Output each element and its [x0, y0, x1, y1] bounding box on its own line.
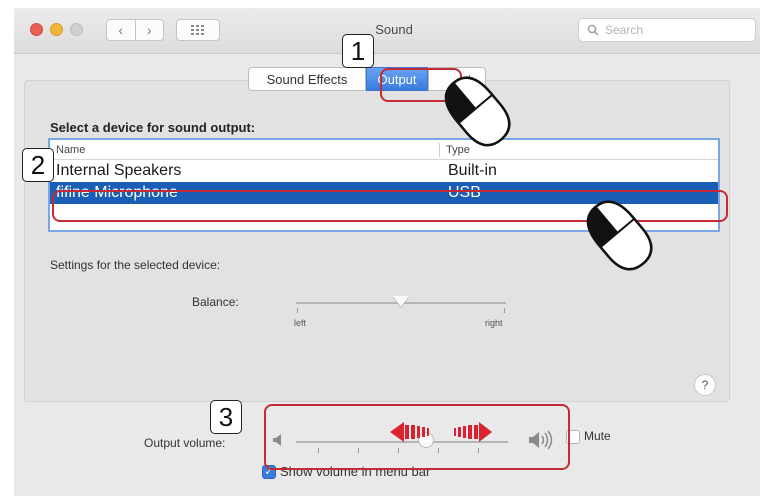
- help-icon: ?: [701, 378, 709, 392]
- highlight-selected-device: [52, 190, 728, 222]
- tab-sound-effects[interactable]: Sound Effects: [248, 67, 366, 91]
- navigation-buttons: ‹ ›: [106, 19, 164, 41]
- mute-label: Mute: [584, 429, 611, 443]
- tab-label: Sound Effects: [266, 71, 348, 87]
- column-divider: [439, 143, 440, 157]
- back-button[interactable]: ‹: [107, 20, 135, 40]
- table-header: Name Type: [50, 140, 718, 160]
- forward-button[interactable]: ›: [134, 20, 164, 40]
- title-bar: ‹ › Sound Search: [14, 8, 760, 54]
- help-button[interactable]: ?: [694, 374, 716, 396]
- chevron-left-icon: ‹: [118, 22, 124, 38]
- callout-2: 2: [22, 148, 54, 182]
- grid-icon: [191, 25, 204, 35]
- callout-number: 3: [218, 401, 234, 432]
- minimize-button[interactable]: [50, 23, 63, 36]
- column-header-type[interactable]: Type: [446, 144, 470, 156]
- balance-tick-right: [504, 308, 505, 313]
- search-field[interactable]: Search: [578, 18, 756, 42]
- highlight-volume-slider: [264, 404, 570, 470]
- callout-number: 1: [350, 35, 366, 66]
- show-all-button[interactable]: [176, 19, 220, 41]
- search-icon: [587, 24, 599, 36]
- device-type: Built-in: [448, 162, 497, 179]
- zoom-button[interactable]: [70, 23, 83, 36]
- column-header-name[interactable]: Name: [56, 144, 85, 156]
- table-row[interactable]: Internal Speakers Built-in: [50, 160, 718, 182]
- device-name: Internal Speakers: [56, 162, 182, 179]
- output-heading: Select a device for sound output:: [50, 120, 256, 135]
- callout-3: 3: [210, 400, 242, 434]
- output-volume-label: Output volume:: [144, 436, 226, 450]
- balance-tick-left: [297, 308, 298, 313]
- balance-label: Balance:: [192, 295, 239, 309]
- balance-right-label: right: [485, 318, 503, 328]
- highlight-output-tab: [380, 68, 462, 102]
- close-button[interactable]: [30, 23, 43, 36]
- search-placeholder: Search: [605, 23, 644, 37]
- balance-left-label: left: [294, 318, 307, 328]
- settings-label: Settings for the selected device:: [50, 258, 221, 272]
- chevron-right-icon: ›: [146, 22, 152, 38]
- window-title: Sound: [375, 22, 413, 37]
- tab-label: ut: [460, 71, 472, 87]
- balance-slider-thumb[interactable]: [393, 296, 409, 307]
- callout-1: 1: [342, 34, 374, 68]
- callout-number: 2: [30, 149, 46, 180]
